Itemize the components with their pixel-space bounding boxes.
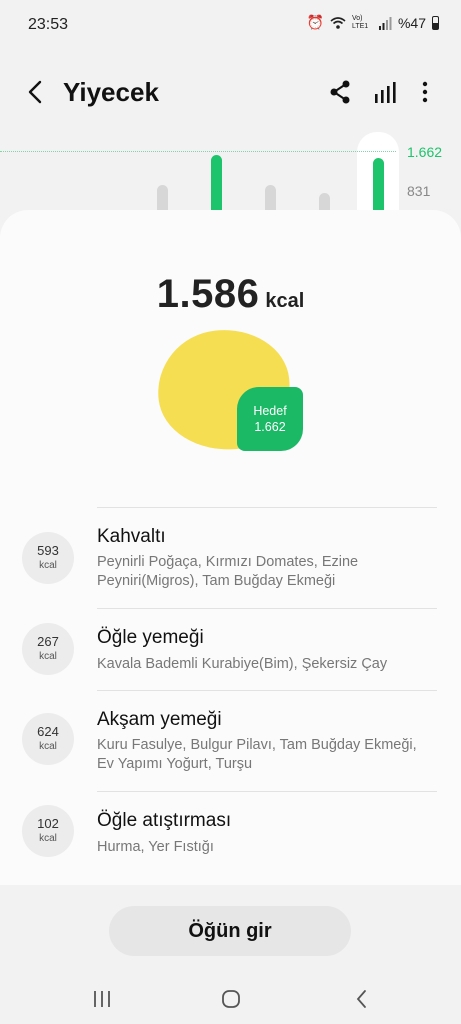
stats-icon[interactable] <box>372 80 398 106</box>
meal-kcal-value: 624 <box>37 724 59 739</box>
total-calories-value: 1.586 <box>156 272 260 316</box>
home-icon[interactable] <box>220 987 242 1011</box>
y-tick-mid: 831 <box>407 183 431 199</box>
goal-badge: Hedef 1.662 <box>237 387 303 451</box>
total-calories: 1.586 kcal <box>0 272 461 317</box>
system-navigation-bar <box>0 975 461 1024</box>
meal-kcal-unit: kcal <box>39 651 57 662</box>
meal-name: Kahvaltı <box>97 526 166 547</box>
meal-row-dinner[interactable]: 624 kcal Akşam yemeği Kuru Fasulye, Bulg… <box>0 691 461 790</box>
page-title: Yiyecek <box>63 77 159 107</box>
goal-value: 1.662 <box>254 420 286 434</box>
meal-kcal-unit: kcal <box>39 741 57 752</box>
wifi-icon <box>330 16 346 29</box>
summary-card: 1.586 kcal Hedef 1.662 593 kcal Kahvaltı … <box>0 210 461 885</box>
meal-kcal-unit: kcal <box>39 560 57 571</box>
meal-kcal-badge: 267 kcal <box>22 623 74 675</box>
battery-icon <box>432 15 439 30</box>
battery-percent: %47 <box>397 14 426 31</box>
add-meal-button[interactable]: Öğün gir <box>109 906 351 956</box>
meal-description: Kuru Fasulye, Bulgur Pilavı, Tam Buğday … <box>97 737 417 772</box>
meal-kcal-value: 102 <box>37 816 59 831</box>
status-bar: 23:53 ⏰ Vo) LTE1 %47 <box>0 0 461 50</box>
top-app-bar: Yiyecek <box>0 62 461 122</box>
total-calories-unit: kcal <box>265 290 305 312</box>
meal-description: Kavala Bademli Kurabiye(Bim), Şekersiz Ç… <box>97 656 388 672</box>
back-nav-icon[interactable] <box>351 987 373 1011</box>
meal-kcal-badge: 624 kcal <box>22 713 74 765</box>
status-icons: ⏰ Vo) LTE1 %47 <box>307 14 439 31</box>
meal-kcal-value: 267 <box>37 634 59 649</box>
meal-row-breakfast[interactable]: 593 kcal Kahvaltı Peynirli Poğaça, Kırmı… <box>0 508 461 607</box>
alarm-icon: ⏰ <box>306 14 324 30</box>
goal-line <box>0 151 396 152</box>
status-time: 23:53 <box>28 16 69 33</box>
more-options-icon[interactable] <box>416 78 434 106</box>
goal-label: Hedef <box>253 404 287 418</box>
network-label: Vo) LTE1 <box>351 14 369 30</box>
meal-name: Öğle yemeği <box>97 627 204 648</box>
meal-name: Öğle atıştırması <box>97 810 232 831</box>
meal-kcal-badge: 102 kcal <box>22 805 74 857</box>
meal-kcal-value: 593 <box>37 543 59 558</box>
meal-row-snack[interactable]: 102 kcal Öğle atıştırması Hurma, Yer Fıs… <box>0 792 461 876</box>
signal-icon <box>378 16 392 30</box>
meal-kcal-unit: kcal <box>39 833 57 844</box>
meal-description: Hurma, Yer Fıstığı <box>97 839 214 855</box>
meal-kcal-badge: 593 kcal <box>22 532 74 584</box>
meal-description: Peynirli Poğaça, Kırmızı Domates, Ezine … <box>97 554 359 589</box>
share-icon[interactable] <box>328 78 352 106</box>
recent-apps-icon[interactable] <box>91 987 113 1011</box>
meal-name: Akşam yemeği <box>97 709 222 730</box>
weekly-calorie-chart: 1.662 831 <box>0 130 461 220</box>
back-button[interactable] <box>22 76 50 108</box>
y-tick-goal: 1.662 <box>407 144 443 160</box>
meal-row-lunch[interactable]: 267 kcal Öğle yemeği Kavala Bademli Kura… <box>0 609 461 690</box>
